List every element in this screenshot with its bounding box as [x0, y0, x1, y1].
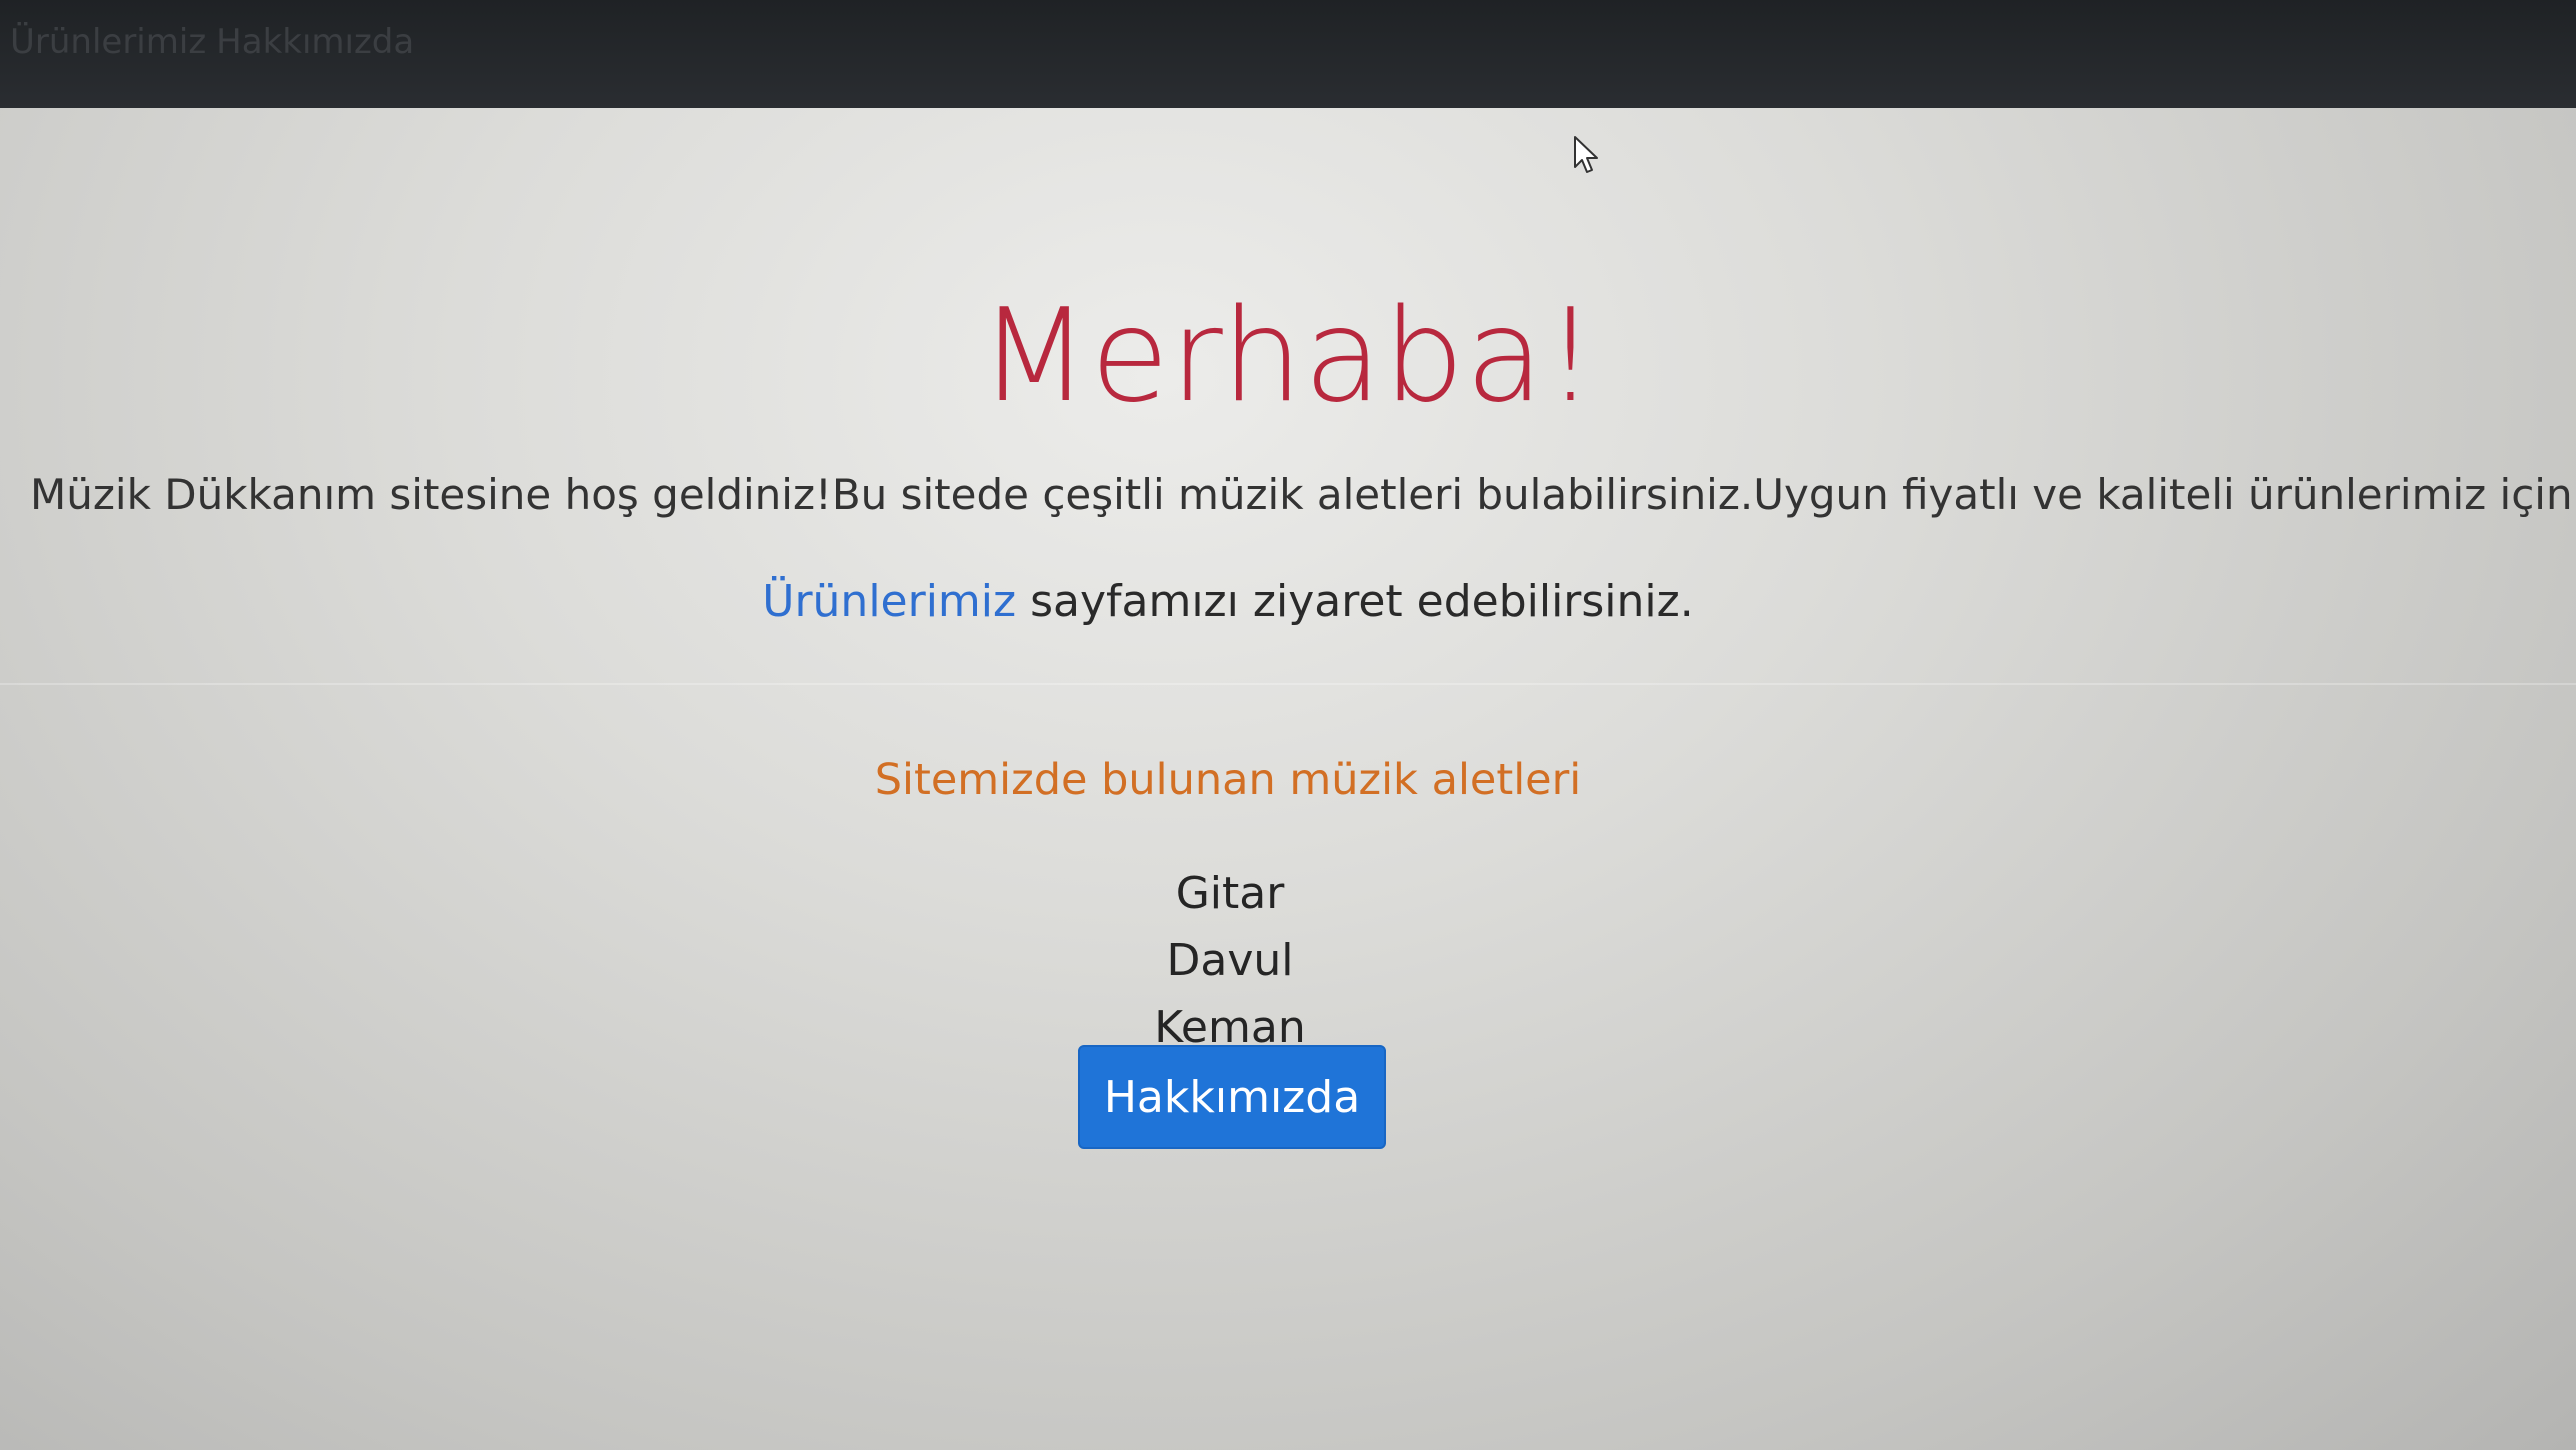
- nav-link-products[interactable]: Ürünlerimiz: [10, 22, 206, 62]
- welcome-text: Müzik Dükkanım sitesine hoş geldiniz!Bu …: [30, 470, 2573, 519]
- page-content: Merhaba! Müzik Dükkanım sitesine hoş gel…: [0, 108, 2576, 1450]
- instruments-heading: Sitemizde bulunan müzik aletleri: [874, 755, 1582, 805]
- instrument-item: Davul: [1166, 935, 1294, 986]
- visit-suffix: sayfamızı ziyaret edebilirsiniz.: [1016, 576, 1694, 627]
- jumbotron: Merhaba! Müzik Dükkanım sitesine hoş gel…: [0, 108, 2576, 688]
- nav-links: Ürünlerimiz Hakkımızda: [10, 22, 424, 62]
- about-button[interactable]: Hakkımızda: [1078, 1045, 1386, 1149]
- visit-text: Ürünlerimiz sayfamızı ziyaret edebilirsi…: [0, 573, 2456, 630]
- page-title: Merhaba!: [978, 282, 1598, 431]
- section-divider: [0, 683, 2576, 685]
- instrument-item: Gitar: [1175, 868, 1285, 919]
- products-link[interactable]: Ürünlerimiz: [762, 576, 1016, 627]
- nav-link-about[interactable]: Hakkımızda: [216, 22, 414, 62]
- top-nav-bar: Ürünlerimiz Hakkımızda: [0, 0, 2576, 108]
- mouse-pointer-icon: [1574, 136, 1598, 173]
